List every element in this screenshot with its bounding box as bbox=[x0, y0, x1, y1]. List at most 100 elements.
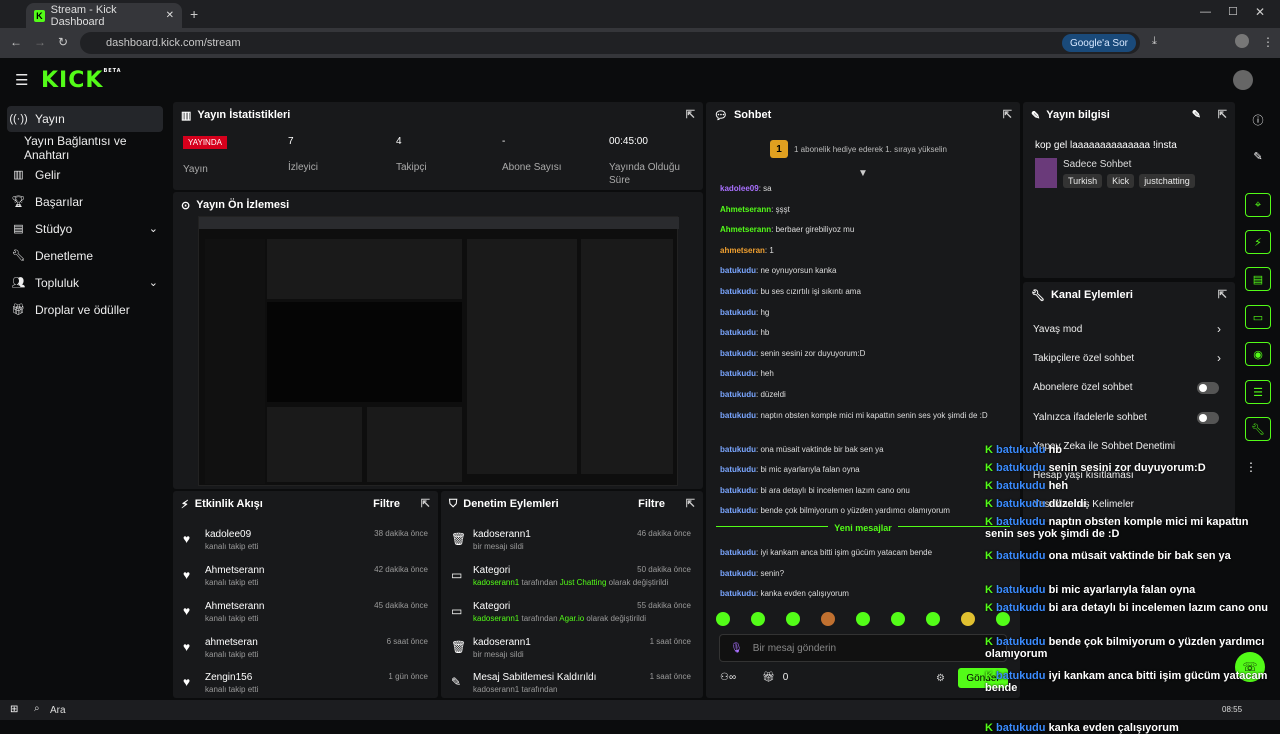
popout-icon[interactable]: ⇱ bbox=[1218, 288, 1227, 301]
settings-icon[interactable]: ⚙ bbox=[936, 673, 945, 684]
chat-username[interactable]: Ahmetserann bbox=[720, 225, 771, 234]
download-icon[interactable]: ⤓ bbox=[1152, 35, 1157, 48]
chat-message[interactable]: batukudu: hb bbox=[720, 326, 1010, 340]
emote-icon[interactable] bbox=[716, 612, 730, 626]
chat-username[interactable]: batukudu bbox=[720, 445, 756, 454]
wrench-icon[interactable]: 🔧︎ bbox=[1245, 417, 1271, 441]
hamburger-icon[interactable]: ☰ bbox=[15, 71, 28, 89]
profile-avatar[interactable] bbox=[1235, 34, 1249, 48]
pencil-icon[interactable]: ✎ bbox=[1245, 144, 1271, 168]
google-ask-button[interactable]: Google'a Sor bbox=[1061, 34, 1136, 52]
chat-username[interactable]: batukudu bbox=[720, 589, 756, 598]
sidebar-item-gelir[interactable]: ▥ Gelir bbox=[0, 161, 170, 188]
chat-username[interactable]: batukudu bbox=[720, 411, 756, 420]
maximize-icon[interactable]: ☐ bbox=[1228, 5, 1238, 18]
browser-tab[interactable]: K Stream - Kick Dashboard ✕ bbox=[26, 3, 182, 28]
chat-username[interactable]: batukudu bbox=[720, 506, 756, 515]
chat-message[interactable]: batukudu: naptın obsten komple mici mi k… bbox=[720, 409, 1010, 423]
forward-icon[interactable]: → bbox=[34, 35, 46, 49]
popout-icon[interactable]: ⇱ bbox=[686, 108, 695, 121]
close-tab-icon[interactable]: ✕ bbox=[166, 10, 174, 21]
taskbar-search[interactable]: Ara bbox=[50, 705, 66, 716]
tag[interactable]: Kick bbox=[1107, 174, 1135, 188]
url-input[interactable]: dashboard.kick.com/stream Google'a Sor bbox=[80, 32, 1140, 54]
user-avatar[interactable] bbox=[1233, 70, 1253, 90]
chat-message[interactable]: Ahmetserann: berbaer girebiliyoz mu bbox=[720, 223, 1010, 237]
menu-icon[interactable]: ⋮ bbox=[1262, 35, 1274, 49]
filter-button[interactable]: Filtre bbox=[638, 498, 665, 510]
filter-button[interactable]: Filtre bbox=[373, 498, 400, 510]
infinity-icon[interactable]: ⚇∞ bbox=[720, 672, 736, 683]
chat-username[interactable]: ahmetseran bbox=[720, 246, 765, 255]
chat-message[interactable]: Ahmetserann: şşşt bbox=[720, 203, 1010, 217]
emote-icon[interactable] bbox=[786, 612, 800, 626]
chat-username[interactable]: batukudu bbox=[720, 390, 756, 399]
chat-message[interactable]: ahmetseran: 1 bbox=[720, 244, 1010, 258]
sidebar-item-basarilar[interactable]: 🏆︎ Başarılar bbox=[0, 188, 170, 215]
chat-username[interactable]: batukudu bbox=[720, 287, 756, 296]
sidebar-item-studyo[interactable]: ▤ Stüdyo ⌄ bbox=[0, 215, 170, 242]
popout-icon[interactable]: ⇱ bbox=[421, 497, 430, 510]
document-icon[interactable]: ▤ bbox=[1245, 267, 1271, 291]
search-icon[interactable]: ⌕ bbox=[34, 703, 40, 714]
slow-mode-row[interactable]: Yavaş mod bbox=[1033, 324, 1082, 335]
chat-username[interactable]: batukudu bbox=[720, 465, 756, 474]
chat-username[interactable]: batukudu bbox=[720, 369, 756, 378]
collapse-icon[interactable]: ▼ bbox=[858, 168, 868, 179]
edit-icon[interactable]: ✎ bbox=[1192, 108, 1201, 121]
emote-icon[interactable] bbox=[751, 612, 765, 626]
mic-icon[interactable]: 🎙︎ bbox=[730, 643, 743, 654]
bolt-icon[interactable]: ⚡︎ bbox=[1245, 230, 1271, 254]
broadcast-icon[interactable]: ◉ bbox=[1245, 342, 1271, 366]
chat-message[interactable]: batukudu: hg bbox=[720, 306, 1010, 320]
chat-username[interactable]: batukudu bbox=[720, 569, 756, 578]
chevron-right-icon[interactable]: › bbox=[1217, 322, 1221, 336]
new-tab-icon[interactable]: + bbox=[190, 6, 198, 22]
close-window-icon[interactable]: ✕ bbox=[1255, 5, 1265, 19]
chat-username[interactable]: batukudu bbox=[720, 486, 756, 495]
chat-message[interactable]: batukudu: iyi kankam anca bitti işim güc… bbox=[720, 546, 1010, 560]
chat-message[interactable]: batukudu: bu ses cızırtılı işi sıkıntı a… bbox=[720, 285, 1010, 299]
emote-icon[interactable] bbox=[856, 612, 870, 626]
sidebar-item-stream-key[interactable]: Yayın Bağlantısı ve Anahtarı bbox=[0, 134, 170, 162]
chat-message[interactable]: batukudu: düzeldi bbox=[720, 388, 1010, 402]
popout-icon[interactable]: ⇱ bbox=[686, 497, 695, 510]
tag[interactable]: Turkish bbox=[1063, 174, 1103, 188]
tag[interactable]: justchatting bbox=[1139, 174, 1195, 188]
minimize-icon[interactable]: — bbox=[1200, 6, 1211, 18]
chat-username[interactable]: batukudu bbox=[720, 349, 756, 358]
chat-username[interactable]: batukudu bbox=[720, 548, 756, 557]
gift-icon[interactable]: 🎁︎ bbox=[762, 672, 775, 683]
sidebar-item-topluluk[interactable]: 👥︎ Topluluk ⌄ bbox=[0, 269, 170, 296]
stream-preview-video[interactable] bbox=[198, 216, 679, 486]
emote-icon[interactable] bbox=[961, 612, 975, 626]
gift-promo[interactable]: 1 1 abonelik hediye ederek 1. sıraya yük… bbox=[770, 140, 947, 158]
emote-icon[interactable] bbox=[821, 612, 835, 626]
emote-icon[interactable] bbox=[926, 612, 940, 626]
chat-icon[interactable]: ▭ bbox=[1245, 305, 1271, 329]
chat-message[interactable]: batukudu: senin sesini zor duyuyorum:D bbox=[720, 347, 1010, 361]
chat-message[interactable]: batukudu: bi mic ayarlarıyla falan oyna bbox=[720, 463, 1010, 477]
popout-icon[interactable]: ⇱ bbox=[1218, 108, 1227, 121]
chat-username[interactable]: batukudu bbox=[720, 308, 756, 317]
layout-icon[interactable]: ☰ bbox=[1245, 380, 1271, 404]
popout-icon[interactable]: ⇱ bbox=[1003, 108, 1012, 121]
chat-username[interactable]: batukudu bbox=[720, 266, 756, 275]
chat-message[interactable]: kadolee09: sa bbox=[720, 182, 1010, 196]
sidebar-item-droplar[interactable]: 🎁︎ Droplar ve ödüller bbox=[0, 296, 170, 323]
reload-icon[interactable]: ↻ bbox=[58, 35, 68, 49]
chevron-right-icon[interactable]: › bbox=[1217, 351, 1221, 365]
chat-message[interactable]: batukudu: bi ara detaylı bi incelemen la… bbox=[720, 484, 1010, 498]
emote-only-toggle[interactable] bbox=[1197, 412, 1219, 424]
chat-username[interactable]: Ahmetserann bbox=[720, 205, 771, 214]
emote-icon[interactable] bbox=[996, 612, 1010, 626]
emote-icon[interactable] bbox=[891, 612, 905, 626]
chat-message[interactable]: batukudu: kanka evden çalışıyorum bbox=[720, 587, 1010, 601]
subs-only-toggle[interactable] bbox=[1197, 382, 1219, 394]
sidebar-item-denetleme[interactable]: 🔧︎ Denetleme bbox=[0, 242, 170, 269]
target-icon[interactable]: ⌖ bbox=[1245, 193, 1271, 217]
back-icon[interactable]: ← bbox=[10, 35, 22, 49]
chat-message[interactable]: batukudu: ne oynuyorsun kanka bbox=[720, 264, 1010, 278]
sidebar-item-yayin[interactable]: ((·)) Yayın bbox=[7, 106, 163, 132]
info-icon[interactable]: ⓘ bbox=[1245, 108, 1271, 132]
